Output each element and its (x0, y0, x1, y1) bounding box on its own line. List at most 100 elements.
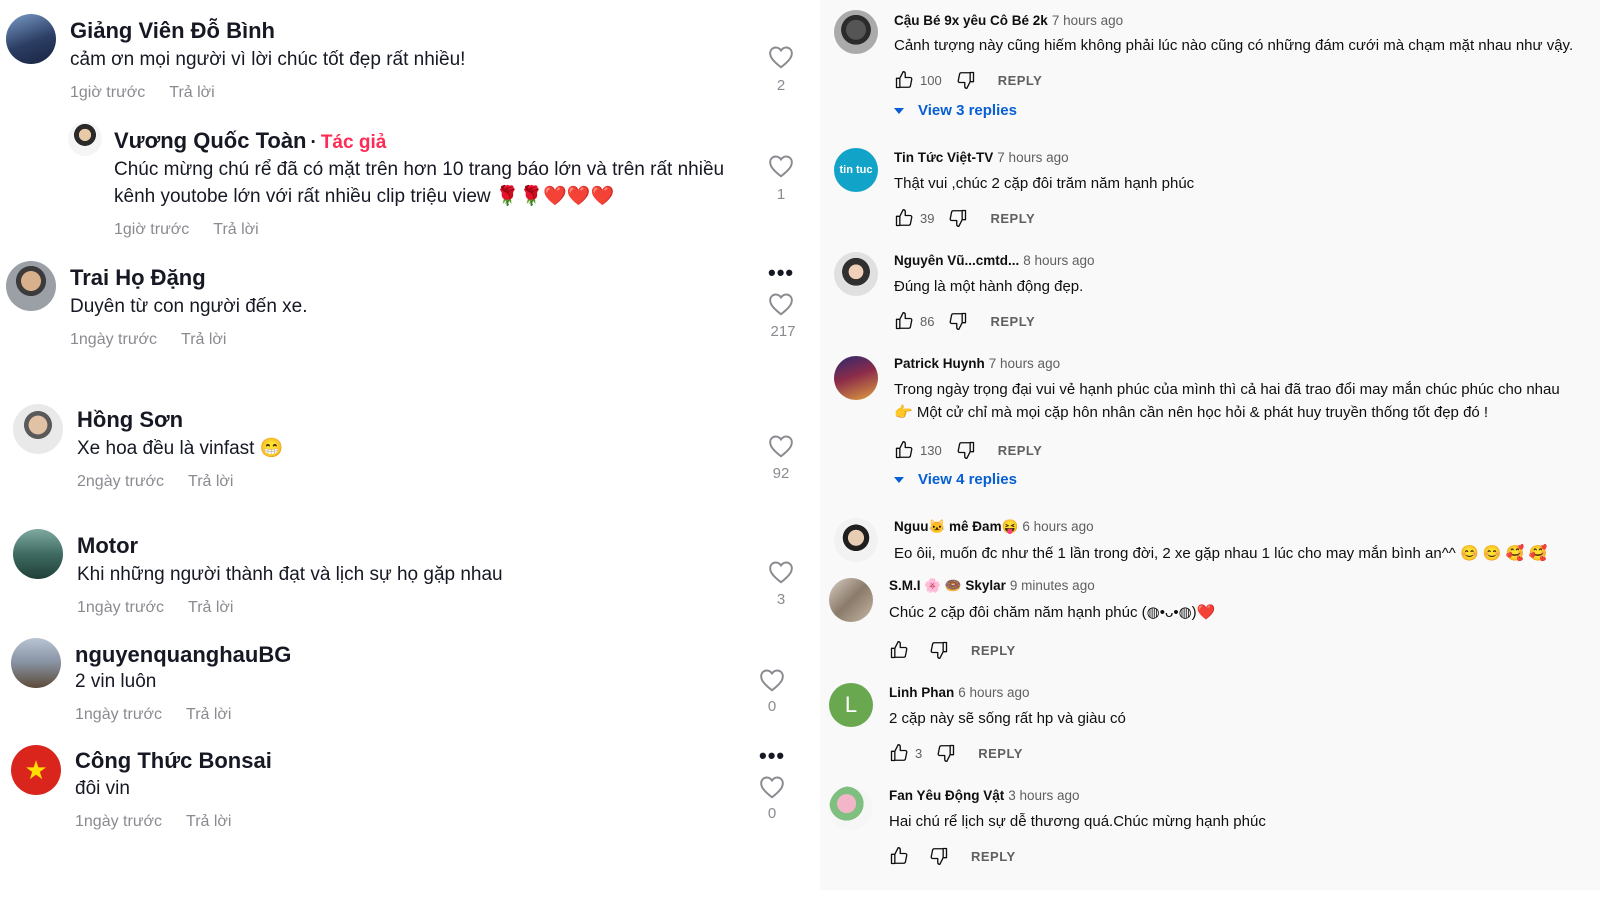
thumb-down-icon[interactable] (956, 440, 976, 460)
reply-button[interactable]: REPLY (990, 211, 1035, 226)
comment-author[interactable]: Cậu Bé 9x yêu Cô Bé 2k (894, 13, 1048, 28)
reply-button[interactable]: Trả lời (181, 331, 226, 348)
author-name[interactable]: Vương Quốc Toàn (114, 128, 307, 153)
comment-time[interactable]: 6 hours ago (958, 685, 1029, 700)
like-count: 86 (920, 313, 935, 329)
comment-author[interactable]: Nguu🐱 mê Đam😝 (894, 519, 1018, 534)
reply-button[interactable]: REPLY (998, 443, 1043, 458)
reply-button[interactable]: Trả lời (186, 813, 231, 830)
reply-button[interactable]: REPLY (990, 314, 1035, 329)
comment-time: 1giờ trước (114, 221, 190, 238)
avatar[interactable] (11, 638, 61, 688)
comment-actions: REPLY (889, 640, 1016, 660)
comment-author[interactable]: Giảng Viên Đỗ Bình (70, 18, 275, 44)
comment-time[interactable]: 7 hours ago (989, 356, 1060, 371)
comment-text: 2 cặp này sẽ sống rất hp và giàu có (889, 710, 1126, 727)
comment-time: 1ngày trước (75, 706, 163, 723)
heart-icon[interactable] (768, 434, 794, 458)
avatar[interactable] (834, 356, 878, 400)
avatar[interactable] (834, 252, 878, 296)
thumb-down-icon[interactable] (929, 640, 949, 660)
avatar[interactable] (834, 518, 878, 562)
avatar[interactable] (6, 14, 56, 64)
comment-author[interactable]: Fan Yêu Động Vật (889, 788, 1004, 803)
comment-text: Chúc 2 cặp đôi chăm năm hạnh phúc (◍•ᴗ•◍… (889, 604, 1216, 621)
reply-button[interactable]: REPLY (971, 643, 1016, 658)
more-options-icon[interactable]: ••• (759, 745, 785, 767)
comment-author[interactable]: Motor (77, 533, 138, 559)
heart-icon[interactable] (768, 292, 794, 316)
more-options-icon[interactable]: ••• (768, 262, 794, 284)
comment-author[interactable]: S.M.I 🌸 🍩 Skylar (889, 578, 1006, 593)
comment-time: 1ngày trước (75, 813, 163, 830)
youtube-comments-panel: Cậu Bé 9x yêu Cô Bé 2k 7 hours ago Cảnh t… (820, 0, 1600, 890)
reply-button[interactable]: REPLY (971, 849, 1016, 864)
comment-author[interactable]: Nguyên Vũ...cmtd... (894, 253, 1019, 268)
heart-icon[interactable] (768, 560, 794, 584)
thumb-down-icon[interactable] (956, 70, 976, 90)
comment-author[interactable]: nguyenquanghauBG (75, 642, 291, 668)
avatar[interactable] (829, 786, 873, 830)
like-count: 2 (776, 77, 786, 94)
heart-icon[interactable] (768, 154, 794, 178)
reply-button[interactable]: Trả lời (188, 599, 233, 616)
comment-time[interactable]: 6 hours ago (1022, 519, 1093, 534)
thumb-up-icon[interactable] (894, 440, 914, 460)
avatar[interactable] (13, 404, 63, 454)
comment-meta: 1giờ trước Trả lời (114, 221, 259, 239)
comment-author[interactable]: Linh Phan (889, 685, 954, 700)
like-count: 39 (920, 210, 935, 226)
comment-text-line-2: 👉 Một cử chỉ mà mọi cặp hôn nhân cần nên… (894, 404, 1489, 421)
comment-text: Thật vui ,chúc 2 cặp đôi trăm năm hạnh p… (894, 175, 1195, 192)
comment-time[interactable]: 7 hours ago (1052, 13, 1123, 28)
comment-author[interactable]: Hồng Sơn (77, 407, 183, 433)
comment-actions: 39 REPLY (894, 208, 1035, 228)
like-count: 3 (915, 745, 923, 761)
reply-button[interactable]: REPLY (978, 746, 1023, 761)
heart-icon[interactable] (768, 45, 794, 69)
like-count: 0 (767, 805, 777, 822)
avatar[interactable]: L (829, 683, 873, 727)
comment-time[interactable]: 3 hours ago (1008, 788, 1079, 803)
avatar[interactable] (829, 578, 873, 622)
comment-author[interactable]: Công Thức Bonsai (75, 748, 272, 774)
reply-button[interactable]: Trả lời (169, 84, 214, 101)
reply-button[interactable]: Trả lời (188, 473, 233, 490)
view-replies-label: View 3 replies (918, 102, 1017, 119)
comment-time[interactable]: 8 hours ago (1023, 253, 1094, 268)
comment-text-line-2: kênh youtobe lớn với rất nhiều clip triệ… (114, 186, 615, 207)
view-replies-button[interactable]: View 4 replies (894, 471, 1017, 488)
thumb-up-icon[interactable] (894, 311, 914, 331)
avatar[interactable]: tin tuc (834, 148, 878, 192)
comment-author[interactable]: Trai Họ Đặng (70, 265, 206, 291)
avatar[interactable] (6, 261, 56, 311)
thumb-up-icon[interactable] (889, 640, 909, 660)
thumb-up-icon[interactable] (894, 208, 914, 228)
reply-button[interactable]: Trả lời (213, 221, 258, 238)
comment-text: 2 vin luôn (75, 671, 157, 692)
reply-button[interactable]: Trả lời (186, 706, 231, 723)
avatar[interactable] (13, 529, 63, 579)
heart-icon[interactable] (759, 668, 785, 692)
thumb-down-icon[interactable] (929, 846, 949, 866)
comment-author[interactable]: Patrick Huynh (894, 356, 985, 371)
reply-button[interactable]: REPLY (998, 73, 1043, 88)
heart-icon[interactable] (759, 775, 785, 799)
thumb-down-icon[interactable] (936, 743, 956, 763)
thumb-up-icon[interactable] (889, 743, 909, 763)
comment-text: Khi những người thành đạt và lịch sự họ … (77, 564, 503, 585)
avatar[interactable] (834, 10, 878, 54)
view-replies-button[interactable]: View 3 replies (894, 102, 1017, 119)
thumb-up-icon[interactable] (894, 70, 914, 90)
comment-time[interactable]: 9 minutes ago (1010, 578, 1095, 593)
thumb-down-icon[interactable] (948, 208, 968, 228)
comment-author[interactable]: Tin Tức Việt-TV (894, 150, 993, 165)
thumb-up-icon[interactable] (889, 846, 909, 866)
comment-actions: REPLY (889, 846, 1016, 866)
thumb-down-icon[interactable] (948, 311, 968, 331)
comment-text: Đúng là một hành động đẹp. (894, 278, 1084, 295)
like-count: 100 (920, 72, 942, 88)
flag-avatar[interactable]: ★ (11, 745, 61, 795)
avatar[interactable] (68, 122, 102, 156)
comment-time[interactable]: 7 hours ago (997, 150, 1068, 165)
